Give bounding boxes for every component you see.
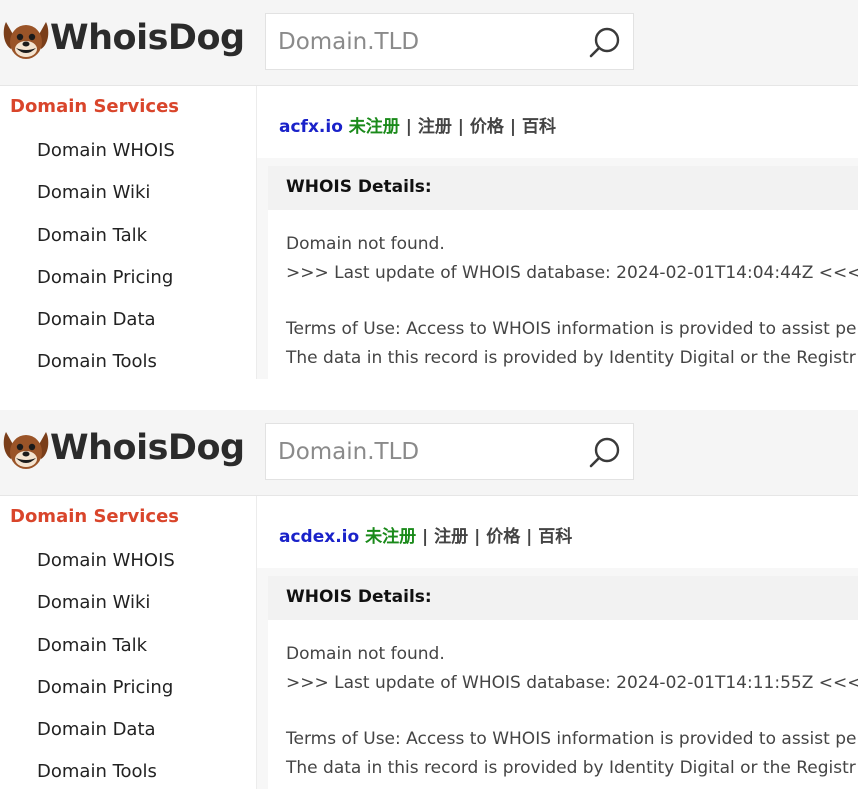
status-badge: 未注册 xyxy=(365,527,417,547)
whois-text-line: Domain not found. xyxy=(286,644,445,664)
whois-details-panel: WHOIS Details: Domain not found. >>> Las… xyxy=(268,166,858,379)
site-header: WhoisDog xyxy=(0,0,858,86)
separator: | xyxy=(474,527,481,547)
logo-text: WhoisDog xyxy=(50,428,245,468)
dog-face-icon xyxy=(3,432,49,469)
result-line: acdex.io 未注册 | 注册 | 价格 | 百科 xyxy=(279,522,572,547)
whois-text-line: >>> Last update of WHOIS database: 2024-… xyxy=(286,673,858,693)
sidebar-item-domain-tools[interactable]: Domain Tools xyxy=(37,761,157,782)
separator: | xyxy=(457,117,464,137)
whois-text-line: >>> Last update of WHOIS database: 2024-… xyxy=(286,263,858,283)
site-logo[interactable]: WhoisDog xyxy=(2,424,245,478)
result-bar: acdex.io 未注册 | 注册 | 价格 | 百科 xyxy=(257,496,858,568)
price-link[interactable]: 价格 xyxy=(486,527,520,547)
separator: | xyxy=(509,117,517,137)
whois-text-line: Terms of Use: Access to WHOIS informatio… xyxy=(286,319,857,339)
main-content: acfx.io 未注册 | 注册 | 价格 | 百科 WHOIS Details… xyxy=(257,86,858,379)
sidebar-item-domain-data[interactable]: Domain Data xyxy=(37,309,156,330)
search-box xyxy=(265,423,634,480)
sidebar-item-domain-tools[interactable]: Domain Tools xyxy=(37,351,157,372)
site-logo[interactable]: WhoisDog xyxy=(2,14,245,68)
sidebar-title: Domain Services xyxy=(10,506,180,527)
sidebar-item-domain-talk[interactable]: Domain Talk xyxy=(37,635,147,656)
sidebar-item-domain-pricing[interactable]: Domain Pricing xyxy=(37,677,173,698)
register-link[interactable]: 注册 xyxy=(418,117,452,137)
details-title: WHOIS Details: xyxy=(286,177,432,197)
dog-face-icon xyxy=(3,22,49,59)
magnifier-icon xyxy=(589,27,620,58)
price-link[interactable]: 价格 xyxy=(470,117,504,137)
site-header: WhoisDog xyxy=(0,410,858,496)
details-title: WHOIS Details: xyxy=(286,587,432,607)
separator: | xyxy=(422,527,429,547)
result-bar: acfx.io 未注册 | 注册 | 价格 | 百科 xyxy=(257,86,858,158)
separator: | xyxy=(526,527,533,547)
result-line: acfx.io 未注册 | 注册 | 价格 | 百科 xyxy=(279,112,556,137)
sidebar-item-domain-whois[interactable]: Domain WHOIS xyxy=(37,140,175,161)
search-button[interactable] xyxy=(585,23,625,61)
register-link[interactable]: 注册 xyxy=(434,527,468,547)
separator: | xyxy=(405,117,412,137)
domain-link[interactable]: acfx.io xyxy=(279,117,343,137)
sidebar: Domain Services Domain WHOIS Domain Wiki… xyxy=(0,86,257,379)
domain-link[interactable]: acdex.io xyxy=(279,527,359,547)
details-header: WHOIS Details: xyxy=(268,576,858,620)
whois-screenshot-2: WhoisDog Domain Services Domain WHOIS Do… xyxy=(0,410,858,789)
main-content: acdex.io 未注册 | 注册 | 价格 | 百科 WHOIS Detail… xyxy=(257,496,858,789)
sidebar-item-domain-wiki[interactable]: Domain Wiki xyxy=(37,182,150,203)
whois-text-line: The data in this record is provided by I… xyxy=(286,758,856,778)
whois-text-line: Terms of Use: Access to WHOIS informatio… xyxy=(286,729,857,749)
wiki-link[interactable]: 百科 xyxy=(522,117,556,137)
sidebar-item-domain-talk[interactable]: Domain Talk xyxy=(37,225,147,246)
whois-details-panel: WHOIS Details: Domain not found. >>> Las… xyxy=(268,576,858,789)
wiki-link[interactable]: 百科 xyxy=(538,527,572,547)
sidebar: Domain Services Domain WHOIS Domain Wiki… xyxy=(0,496,257,789)
magnifier-icon xyxy=(589,437,620,468)
whois-text-line: Domain not found. xyxy=(286,234,445,254)
search-box xyxy=(265,13,634,70)
sidebar-item-domain-wiki[interactable]: Domain Wiki xyxy=(37,592,150,613)
whois-text-line: The data in this record is provided by I… xyxy=(286,348,856,368)
sidebar-item-domain-pricing[interactable]: Domain Pricing xyxy=(37,267,173,288)
details-header: WHOIS Details: xyxy=(268,166,858,210)
sidebar-item-domain-data[interactable]: Domain Data xyxy=(37,719,156,740)
search-button[interactable] xyxy=(585,433,625,471)
search-input[interactable] xyxy=(278,433,578,471)
search-input[interactable] xyxy=(278,23,578,61)
logo-text: WhoisDog xyxy=(50,18,245,58)
sidebar-item-domain-whois[interactable]: Domain WHOIS xyxy=(37,550,175,571)
whois-screenshot-1: WhoisDog Domain Services Domain WHOIS Do… xyxy=(0,0,858,379)
sidebar-title: Domain Services xyxy=(10,96,180,117)
status-badge: 未注册 xyxy=(348,117,400,137)
